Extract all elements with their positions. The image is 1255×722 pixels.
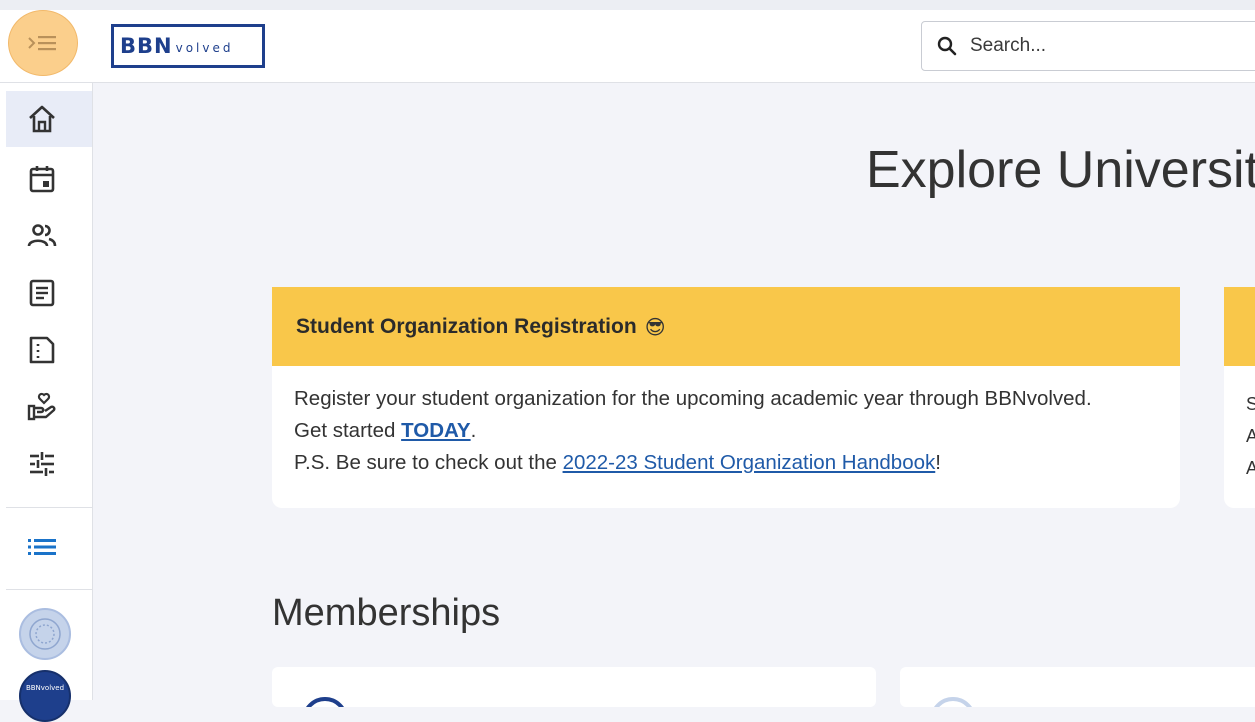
secondary-card-line: S (1246, 394, 1255, 414)
card-line-3-prefix: P.S. Be sure to check out the (294, 451, 563, 474)
document-icon (29, 336, 55, 364)
sidebar-item-events[interactable] (6, 151, 92, 207)
secondary-card-body: S A A (1224, 366, 1255, 484)
card-line-3: P.S. Be sure to check out the 2022-23 St… (294, 447, 1158, 479)
org-avatar-1[interactable] (19, 608, 71, 660)
secondary-card-header (1224, 287, 1255, 366)
sidebar-item-settings[interactable] (6, 436, 92, 492)
page-title: Explore University (866, 141, 1255, 199)
top-header: BBN volved (0, 10, 1255, 83)
registration-card: Student Organization Registration 😎 Regi… (272, 287, 1180, 508)
article-icon (29, 279, 55, 307)
hand-heart-icon (27, 392, 56, 421)
card-title: Student Organization Registration (296, 314, 637, 338)
list-icon (28, 539, 56, 555)
membership-avatar (302, 697, 348, 707)
search-icon (937, 36, 957, 56)
sidebar-item-forms[interactable] (6, 322, 92, 378)
menu-expand-icon (28, 36, 56, 51)
secondary-card: S A A (1224, 287, 1255, 508)
memberships-title: Memberships (272, 592, 501, 634)
sidebar-divider (6, 507, 92, 508)
sidebar-item-service[interactable] (6, 379, 92, 435)
card-line-1: Register your student organization for t… (294, 387, 1092, 410)
logo-sub-text: volved (175, 41, 234, 55)
sunglasses-emoji-icon: 😎 (644, 314, 666, 339)
membership-card-1[interactable] (272, 667, 876, 707)
handbook-link[interactable]: 2022-23 Student Organization Handbook (563, 451, 936, 474)
card-line-3-suffix: ! (935, 451, 941, 474)
sidebar-item-home[interactable] (6, 91, 92, 147)
org-avatar-2-text: BBNvolved (25, 684, 65, 692)
org-avatar-2[interactable]: BBNvolved (19, 670, 71, 722)
top-strip (0, 0, 1255, 10)
membership-avatar (930, 697, 976, 707)
secondary-card-line: A (1246, 458, 1255, 478)
card-line-2: Get started TODAY. (294, 415, 1158, 447)
sidebar-item-list[interactable] (6, 519, 92, 575)
today-link[interactable]: TODAY (401, 419, 471, 442)
search-box[interactable] (921, 21, 1255, 71)
card-body: Register your student organization for t… (272, 366, 1180, 479)
home-icon (29, 105, 55, 133)
sliders-icon (30, 452, 54, 476)
search-input[interactable] (968, 34, 1232, 58)
people-icon (27, 224, 57, 247)
sidebar-divider (6, 589, 92, 590)
org-seal-icon (29, 618, 61, 650)
sidebar: BBNvolved (0, 83, 93, 722)
sidebar-item-news[interactable] (6, 265, 92, 321)
sidebar-item-organizations[interactable] (6, 208, 92, 264)
logo-main-text: BBN (120, 34, 173, 58)
card-line-2-prefix: Get started (294, 419, 402, 442)
menu-toggle-button[interactable] (8, 10, 78, 76)
bbnvolved-logo[interactable]: BBN volved (111, 24, 265, 68)
membership-card-2[interactable] (900, 667, 1255, 707)
card-line-2-suffix: . (470, 419, 477, 442)
secondary-card-line: A (1246, 426, 1255, 446)
card-header: Student Organization Registration 😎 (272, 287, 1180, 366)
calendar-icon (29, 166, 55, 193)
